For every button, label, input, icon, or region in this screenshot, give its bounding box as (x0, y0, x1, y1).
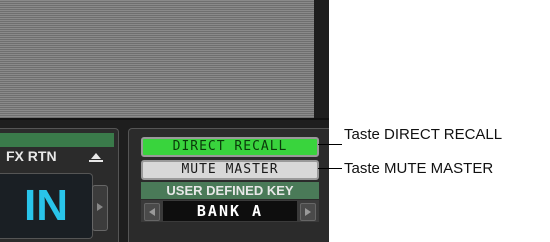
chevron-left-icon (149, 208, 155, 216)
chevron-right-icon (305, 208, 311, 216)
key-panel: DIRECT RECALL MUTE MASTER USER DEFINED K… (128, 128, 329, 242)
console-screen: FX RTN IN DIRECT RECALL MUTE MASTER USER… (0, 0, 329, 242)
mute-master-leader-line (318, 168, 342, 169)
mute-master-callout: Taste MUTE MASTER (344, 160, 494, 177)
upper-display-panel (0, 0, 314, 118)
direct-recall-leader-line (318, 144, 342, 145)
bank-value: BANK A (163, 201, 297, 221)
chevron-right-icon (97, 203, 103, 211)
bank-selector: BANK A (141, 200, 319, 222)
mute-master-button[interactable]: MUTE MASTER (141, 160, 319, 180)
panel-divider (0, 118, 329, 120)
fx-return-in-button[interactable]: IN (0, 173, 93, 239)
fx-return-in-value: IN (24, 181, 68, 230)
direct-recall-callout: Taste DIRECT RECALL (344, 126, 503, 143)
fx-return-header (0, 133, 114, 147)
bank-next-button[interactable] (300, 203, 316, 221)
fx-return-scroll-button[interactable] (92, 185, 108, 231)
bank-prev-button[interactable] (144, 203, 160, 221)
return-arrow-icon (89, 151, 103, 163)
user-defined-key-header: USER DEFINED KEY (141, 182, 319, 199)
fx-return-panel: FX RTN IN (0, 128, 119, 242)
direct-recall-button[interactable]: DIRECT RECALL (141, 137, 319, 157)
fx-return-label: FX RTN (6, 148, 57, 164)
